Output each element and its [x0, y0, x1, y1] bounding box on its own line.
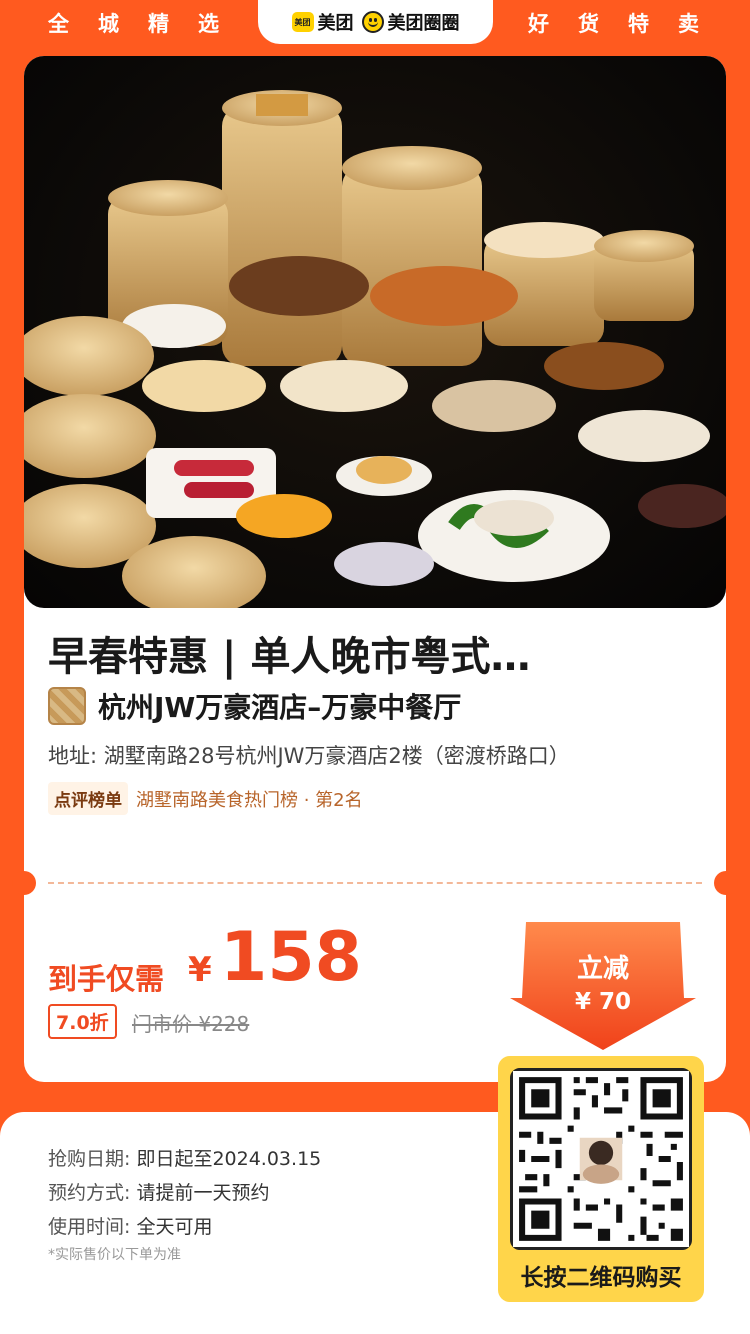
price-label: 到手仅需 [48, 962, 165, 996]
top-banner: 全城精选 美团 美团 美团圈圈 好货特卖 [0, 0, 750, 48]
price-value: 158 [220, 918, 362, 997]
qr-label: 长按二维码购买 [520, 1265, 682, 1291]
price-note: *实际售价以下单为准 [48, 1247, 181, 1263]
meituan-brand-label: 美团 [317, 13, 354, 34]
meituan-brand: 美团 美团 [291, 9, 354, 35]
quanquan-brand-label: 美团圈圈 [387, 13, 460, 34]
ticket-notch-left [12, 871, 36, 895]
purchase-date-row: 抢购日期: 即日起至2024.03.15 [48, 1144, 321, 1171]
shop-thumbnail [48, 687, 86, 725]
booking-value: 请提前一天预约 [136, 1182, 270, 1204]
usage-row: 使用时间: 全天可用 [48, 1212, 212, 1239]
brand-tab: 美团 美团 美团圈圈 [258, 0, 493, 44]
qr-panel[interactable]: 长按二维码购买 [498, 1056, 704, 1302]
discount-badge: 7.0折 [48, 1004, 117, 1039]
meituan-logo-icon: 美团 [291, 12, 314, 32]
reduction-text: 立减 ¥ 70 [508, 948, 698, 1015]
booking-row: 预约方式: 请提前一天预约 [48, 1178, 269, 1205]
purchase-date-value: 即日起至2024.03.15 [136, 1148, 322, 1170]
smile-logo-icon [361, 11, 384, 33]
original-price: 门市价 ¥228 [132, 1012, 250, 1036]
purchase-date-key: 抢购日期: [48, 1148, 131, 1170]
reduction-title: 立减 [576, 954, 629, 984]
rank-text: 湖墅南路美食热门榜 · 第2名 [136, 789, 363, 811]
price-currency: ¥ [188, 950, 212, 990]
usage-value: 全天可用 [136, 1216, 213, 1238]
booking-key: 预约方式: [48, 1182, 131, 1204]
shop-row[interactable]: 杭州JW万豪酒店–万豪中餐厅 [48, 686, 461, 726]
banner-right-text: 好货特卖 [528, 12, 728, 36]
usage-key: 使用时间: [48, 1216, 131, 1238]
deal-title[interactable]: 早春特惠 | 单人晚市粤式… [48, 624, 628, 682]
food-photo [24, 56, 726, 608]
dim-sum-illustration [24, 90, 726, 608]
dashed-divider [48, 882, 702, 884]
qr-code[interactable] [510, 1068, 692, 1250]
shop-address: 地址: 湖墅南路28号杭州JW万豪酒店2楼（密渡桥路口） [48, 744, 570, 768]
banner-left-text: 全城精选 [48, 12, 248, 36]
rank-badge: 点评榜单 [48, 782, 128, 815]
rank-row[interactable]: 点评榜单 湖墅南路美食热门榜 · 第2名 [48, 782, 363, 815]
qr-code-icon [513, 1071, 689, 1247]
ticket-notch-right [714, 871, 738, 895]
reduction-value: ¥ 70 [574, 989, 632, 1015]
quanquan-brand: 美团圈圈 [361, 9, 460, 35]
shop-name: 杭州JW万豪酒店–万豪中餐厅 [98, 691, 462, 724]
